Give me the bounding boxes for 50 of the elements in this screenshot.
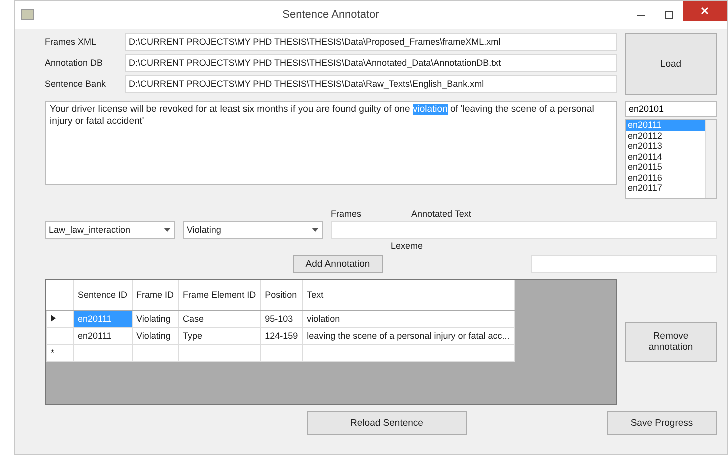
maximize-icon: [664, 10, 674, 20]
current-row-icon: [51, 315, 56, 322]
remove-annotation-button[interactable]: Remove annotation: [625, 322, 717, 362]
table-cell: Type: [178, 328, 261, 344]
field-label: Annotation DB: [45, 58, 104, 68]
list-item[interactable]: en20114: [626, 152, 705, 162]
save-progress-button[interactable]: Save Progress: [607, 411, 717, 435]
table-cell: 95-103: [260, 310, 303, 328]
list-item[interactable]: en20117: [626, 183, 705, 194]
path-field[interactable]: D:\CURRENT PROJECTS\MY PHD THESIS\THESIS\Data\Annotated_Data\AnnotationDB.txt: [125, 54, 617, 72]
frame-dropdown[interactable]: Law_law_interaction: [45, 221, 175, 239]
app-icon: [21, 9, 35, 21]
table-cell: violation: [302, 310, 514, 328]
close-icon: [700, 6, 710, 16]
table-cell: 124-159: [260, 328, 303, 344]
table-cell: en20111: [74, 310, 132, 328]
search-field[interactable]: en20101: [625, 101, 717, 117]
column-header[interactable]: Frame ID: [132, 280, 179, 310]
field-label: Frames XML: [45, 37, 98, 47]
column-header[interactable]: Position: [260, 280, 303, 310]
element-dropdown[interactable]: Violating: [183, 221, 323, 239]
new-row-marker: *: [46, 344, 74, 362]
table-cell: Case: [178, 310, 261, 328]
add-annotation-button[interactable]: Add Annotation: [293, 255, 383, 273]
table-cell: leaving the scene of a personal injury or fatal acc...: [302, 328, 514, 344]
window-title: Sentence Annotator: [282, 9, 380, 21]
scrollbar[interactable]: [705, 120, 716, 198]
column-header[interactable]: Text: [302, 280, 514, 310]
load-button[interactable]: Load: [625, 33, 717, 95]
list-item[interactable]: en20113: [626, 141, 705, 152]
table-cell: en20111: [74, 328, 132, 344]
path-field[interactable]: D:\CURRENT PROJECTS\MY PHD THESIS\THESIS\Data\Proposed_Frames\frameXML.xml: [125, 33, 617, 51]
field-label: Lexeme: [390, 241, 424, 253]
reload-sentence-button[interactable]: Reload Sentence: [307, 411, 467, 435]
annotated-text-field[interactable]: [331, 221, 717, 239]
sentence-list[interactable]: en20111 en20112 en20113 en20114 en20115 en20116 en20117: [625, 119, 717, 199]
dropdown-arrow-icon: [164, 228, 171, 232]
list-item[interactable]: en20115: [626, 162, 705, 172]
field-label: Annotated Text: [412, 209, 472, 219]
sentence-text[interactable]: Your driver license will be revoked for at least six months if you are found guilty of one violation of 'leaving the scene of a personal injury or fatal accident': [45, 101, 617, 185]
column-header[interactable]: Frame Element ID: [178, 280, 261, 310]
path-field[interactable]: D:\CURRENT PROJECTS\MY PHD THESIS\THESIS\Data\Raw_Texts\English_Bank.xml: [125, 75, 617, 93]
lexeme-field[interactable]: [531, 255, 717, 273]
dropdown-arrow-icon: [312, 228, 319, 232]
table-cell: Violating: [132, 310, 179, 328]
list-item[interactable]: en20112: [626, 130, 705, 141]
table-cell: Violating: [132, 328, 179, 344]
field-label: Sentence Bank: [45, 79, 108, 89]
frames-label: Frames: [331, 209, 362, 219]
list-item[interactable]: en20116: [626, 172, 705, 183]
